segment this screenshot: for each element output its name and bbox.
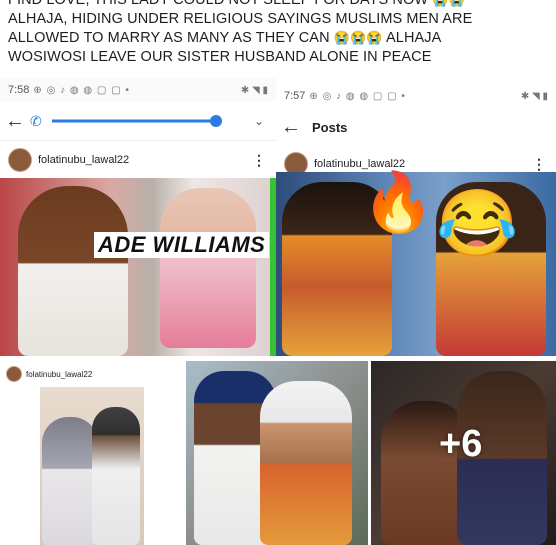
photo-grid: 7:58 ⊕ ◎ ♪ ◍ ◍ ▢ ▢ • ✱ ◥ ▮ ← ✆ ⌄ folatin… (0, 78, 556, 545)
crying-emoji: 😭 (350, 30, 367, 45)
photo-tile-2[interactable]: 7:57 ⊕ ◎ ♪ ◍ ◍ ▢ ▢ • ✱ ◥ ▮ ← Posts folat… (276, 78, 556, 356)
status-time: 7:57 (284, 90, 306, 102)
status-icons: ⊕ ◎ ♪ ◍ ◍ ▢ ▢ • (309, 90, 406, 102)
username[interactable]: folatinubu_lawal22 (314, 158, 405, 170)
phone-icon[interactable]: ✆ (30, 113, 42, 130)
avatar[interactable] (6, 366, 22, 382)
profile-row: folatinubu_lawal22 ⋮ (0, 142, 276, 178)
photo-woman-in-car (260, 381, 352, 545)
photo-man (18, 186, 128, 356)
post-line-3: ALLOWED TO MARRY AS MANY AS THEY CAN 😭😭😭… (8, 29, 548, 48)
photo-groom (92, 407, 140, 545)
status-bar: 7:57 ⊕ ◎ ♪ ◍ ◍ ▢ ▢ • ✱ ◥ ▮ (276, 84, 556, 108)
app-bar: ← Posts (276, 108, 556, 146)
post-line-3-text: ALLOWED TO MARRY AS MANY AS THEY CAN (8, 30, 330, 46)
post-line-3-tail: ALHAJA (386, 30, 442, 46)
photo-woman-and-child: 🔥 😂 (276, 172, 556, 356)
photo-man-and-baby: ADE WILLIAMS (0, 178, 276, 356)
post-text: FIND LOVE, THIS LADY COULD NOT SLEEP FOR… (8, 0, 548, 76)
more-vertical-icon[interactable]: ⋮ (532, 156, 546, 173)
fire-emoji: 🔥 (362, 170, 435, 235)
photo-tile-1[interactable]: 7:58 ⊕ ◎ ♪ ◍ ◍ ▢ ▢ • ✱ ◥ ▮ ← ✆ ⌄ folatin… (0, 78, 276, 356)
volume-slider[interactable] (48, 111, 238, 131)
photo-bride (42, 417, 98, 545)
photo-tile-3[interactable]: folatinubu_lawal22 (0, 361, 183, 545)
status-icons: ⊕ ◎ ♪ ◍ ◍ ▢ ▢ • (33, 84, 130, 96)
username[interactable]: folatinubu_lawal22 (38, 154, 129, 166)
post-line-1-text: FIND LOVE, THIS LADY COULD NOT SLEEP FOR… (8, 0, 429, 8)
post-line-4: WOSIWOSI LEAVE OUR SISTER HUSBAND ALONE … (8, 49, 432, 65)
crying-emoji: 😭 (366, 30, 383, 45)
post-line-1: FIND LOVE, THIS LADY COULD NOT SLEEP FOR… (8, 0, 548, 10)
username[interactable]: folatinubu_lawal22 (26, 370, 92, 379)
crying-emoji: 😭 (432, 0, 448, 6)
back-arrow-icon[interactable]: ← (276, 116, 306, 139)
back-arrow-icon[interactable]: ← (0, 110, 30, 133)
page-title: Posts (312, 119, 348, 135)
status-bar: 7:58 ⊕ ◎ ♪ ◍ ◍ ▢ ▢ • ✱ ◥ ▮ (0, 78, 276, 102)
profile-row: folatinubu_lawal22 (0, 361, 183, 387)
name-overlay-text: ADE WILLIAMS (94, 232, 270, 258)
photo-couple-portrait (40, 387, 144, 545)
post-line-2: ALHAJA, HIDING UNDER RELIGIOUS SAYINGS M… (8, 11, 473, 27)
laughing-emoji: 😂 (436, 186, 519, 260)
more-vertical-icon[interactable]: ⋮ (252, 152, 266, 169)
photo-tile-5[interactable]: +6 (371, 361, 556, 545)
chevron-down-icon[interactable]: ⌄ (254, 114, 264, 128)
avatar[interactable] (8, 148, 32, 172)
signal-battery-icon: ✱ ◥ ▮ (520, 90, 548, 102)
photo-baby (160, 188, 256, 348)
more-photos-count[interactable]: +6 (439, 423, 482, 466)
crying-emoji: 😭 (333, 30, 351, 45)
crying-emoji: 😭 (449, 0, 465, 6)
app-bar: ← ✆ ⌄ (0, 102, 276, 141)
status-time: 7:58 (8, 84, 30, 96)
photo-tile-4[interactable] (186, 361, 368, 545)
signal-battery-icon: ✱ ◥ ▮ (240, 84, 268, 96)
